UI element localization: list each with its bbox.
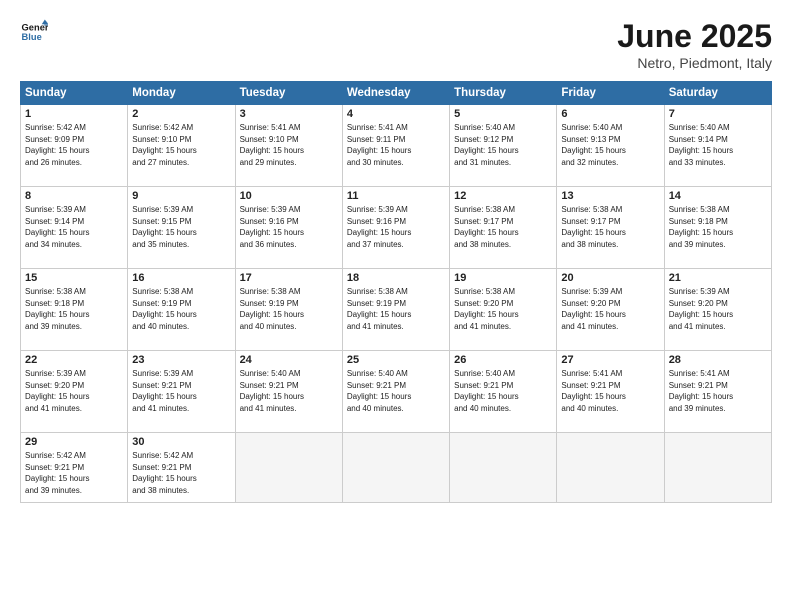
page: General Blue June 2025 Netro, Piedmont, …: [0, 0, 792, 612]
col-friday: Friday: [557, 82, 664, 105]
table-row: 27Sunrise: 5:41 AM Sunset: 9:21 PM Dayli…: [557, 351, 664, 433]
table-row: 19Sunrise: 5:38 AM Sunset: 9:20 PM Dayli…: [450, 269, 557, 351]
header-row: Sunday Monday Tuesday Wednesday Thursday…: [21, 82, 772, 105]
title-block: June 2025 Netro, Piedmont, Italy: [617, 18, 772, 71]
table-row: 4Sunrise: 5:41 AM Sunset: 9:11 PM Daylig…: [342, 105, 449, 187]
table-row: 28Sunrise: 5:41 AM Sunset: 9:21 PM Dayli…: [664, 351, 771, 433]
table-row: 6Sunrise: 5:40 AM Sunset: 9:13 PM Daylig…: [557, 105, 664, 187]
col-thursday: Thursday: [450, 82, 557, 105]
week-row-3: 15Sunrise: 5:38 AM Sunset: 9:18 PM Dayli…: [21, 269, 772, 351]
table-row: 7Sunrise: 5:40 AM Sunset: 9:14 PM Daylig…: [664, 105, 771, 187]
week-row-4: 22Sunrise: 5:39 AM Sunset: 9:20 PM Dayli…: [21, 351, 772, 433]
table-row: 16Sunrise: 5:38 AM Sunset: 9:19 PM Dayli…: [128, 269, 235, 351]
table-row: 3Sunrise: 5:41 AM Sunset: 9:10 PM Daylig…: [235, 105, 342, 187]
table-row: 18Sunrise: 5:38 AM Sunset: 9:19 PM Dayli…: [342, 269, 449, 351]
table-row: 17Sunrise: 5:38 AM Sunset: 9:19 PM Dayli…: [235, 269, 342, 351]
table-row: 29Sunrise: 5:42 AM Sunset: 9:21 PM Dayli…: [21, 433, 128, 503]
col-saturday: Saturday: [664, 82, 771, 105]
month-title: June 2025: [617, 18, 772, 55]
table-row: 26Sunrise: 5:40 AM Sunset: 9:21 PM Dayli…: [450, 351, 557, 433]
week-row-5: 29Sunrise: 5:42 AM Sunset: 9:21 PM Dayli…: [21, 433, 772, 503]
table-row: 21Sunrise: 5:39 AM Sunset: 9:20 PM Dayli…: [664, 269, 771, 351]
table-row: 15Sunrise: 5:38 AM Sunset: 9:18 PM Dayli…: [21, 269, 128, 351]
table-row: 25Sunrise: 5:40 AM Sunset: 9:21 PM Dayli…: [342, 351, 449, 433]
location: Netro, Piedmont, Italy: [617, 55, 772, 71]
logo-icon: General Blue: [20, 18, 48, 46]
calendar: Sunday Monday Tuesday Wednesday Thursday…: [20, 81, 772, 503]
header: General Blue June 2025 Netro, Piedmont, …: [20, 18, 772, 71]
table-row: [557, 433, 664, 503]
table-row: [342, 433, 449, 503]
table-row: 30Sunrise: 5:42 AM Sunset: 9:21 PM Dayli…: [128, 433, 235, 503]
table-row: 24Sunrise: 5:40 AM Sunset: 9:21 PM Dayli…: [235, 351, 342, 433]
day-1: 1Sunrise: 5:42 AM Sunset: 9:09 PM Daylig…: [21, 105, 128, 187]
table-row: 23Sunrise: 5:39 AM Sunset: 9:21 PM Dayli…: [128, 351, 235, 433]
svg-text:Blue: Blue: [22, 32, 42, 42]
col-tuesday: Tuesday: [235, 82, 342, 105]
week-row-2: 8Sunrise: 5:39 AM Sunset: 9:14 PM Daylig…: [21, 187, 772, 269]
table-row: 10Sunrise: 5:39 AM Sunset: 9:16 PM Dayli…: [235, 187, 342, 269]
table-row: 12Sunrise: 5:38 AM Sunset: 9:17 PM Dayli…: [450, 187, 557, 269]
table-row: 8Sunrise: 5:39 AM Sunset: 9:14 PM Daylig…: [21, 187, 128, 269]
logo: General Blue: [20, 18, 48, 46]
table-row: 5Sunrise: 5:40 AM Sunset: 9:12 PM Daylig…: [450, 105, 557, 187]
table-row: 14Sunrise: 5:38 AM Sunset: 9:18 PM Dayli…: [664, 187, 771, 269]
table-row: 2Sunrise: 5:42 AM Sunset: 9:10 PM Daylig…: [128, 105, 235, 187]
table-row: [664, 433, 771, 503]
table-row: [450, 433, 557, 503]
table-row: [235, 433, 342, 503]
table-row: 11Sunrise: 5:39 AM Sunset: 9:16 PM Dayli…: [342, 187, 449, 269]
table-row: 9Sunrise: 5:39 AM Sunset: 9:15 PM Daylig…: [128, 187, 235, 269]
table-row: 20Sunrise: 5:39 AM Sunset: 9:20 PM Dayli…: [557, 269, 664, 351]
table-row: 22Sunrise: 5:39 AM Sunset: 9:20 PM Dayli…: [21, 351, 128, 433]
col-monday: Monday: [128, 82, 235, 105]
col-wednesday: Wednesday: [342, 82, 449, 105]
col-sunday: Sunday: [21, 82, 128, 105]
week-row-1: 1Sunrise: 5:42 AM Sunset: 9:09 PM Daylig…: [21, 105, 772, 187]
table-row: 13Sunrise: 5:38 AM Sunset: 9:17 PM Dayli…: [557, 187, 664, 269]
